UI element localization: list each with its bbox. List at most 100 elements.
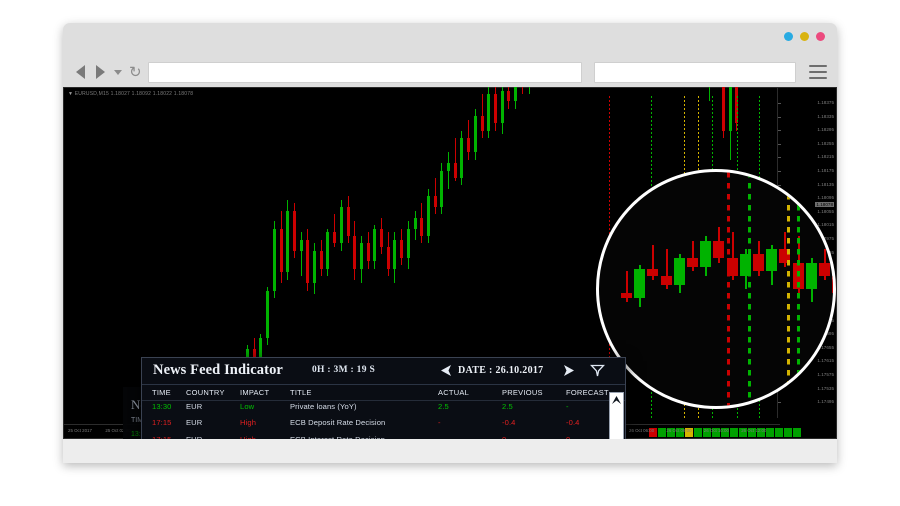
candle-body <box>494 94 497 124</box>
window-dot-yellow[interactable] <box>800 32 809 41</box>
time-tick-label: 26 Oct 10:00 <box>703 428 729 433</box>
cell-country: EUR <box>186 418 203 428</box>
news-feed-panel: News Feed Indicator 0H : 3M : 19 S DATE … <box>141 357 626 439</box>
next-arrow-icon[interactable] <box>562 364 577 377</box>
candle-body <box>426 196 430 236</box>
column-header[interactable]: TITLE <box>290 388 312 397</box>
magnified-candlestick <box>805 172 817 406</box>
magnified-candlestick <box>713 172 725 406</box>
cell-time: 17:15 <box>152 418 172 428</box>
window-dot-pink[interactable] <box>816 32 825 41</box>
prev-arrow-icon[interactable] <box>438 364 453 377</box>
browser-bottom-bar <box>63 439 837 463</box>
cell-actual: - <box>438 418 441 428</box>
candle-wick <box>709 87 711 102</box>
candle-body <box>621 293 632 298</box>
news-panel-header: News Feed Indicator 0H : 3M : 19 S DATE … <box>142 358 625 385</box>
candle-body <box>766 249 778 272</box>
news-scrollbar[interactable] <box>609 392 624 439</box>
forward-arrow-icon[interactable] <box>93 65 107 80</box>
browser-titlebar <box>63 23 837 57</box>
candle-body <box>366 243 370 262</box>
column-header[interactable]: ACTUAL <box>438 388 469 397</box>
candle-body <box>292 210 296 251</box>
cell-impact: Low <box>240 402 255 411</box>
candle-body <box>500 90 504 124</box>
screenshot-root: ↻ ▼ EURUSD,M15 1.18027 1.18092 1.18022 1… <box>0 0 900 506</box>
column-header[interactable]: FORECAST <box>566 388 609 397</box>
cell-forecast: -0.4 <box>566 418 580 428</box>
cell-country: EUR <box>186 402 203 411</box>
candle-body <box>647 269 659 276</box>
candle-body <box>467 137 471 153</box>
magnified-candlestick <box>766 172 778 406</box>
impact-block <box>658 428 666 437</box>
candle-body <box>460 137 464 178</box>
table-row[interactable]: 17:15 EUR High ECB Deposit Rate Decision - -0… <box>142 415 600 431</box>
time-tick-label: 25 Oct 2017 <box>68 428 92 433</box>
magnified-candlestick <box>647 172 659 406</box>
cell-title: ECB Deposit Rate Decision <box>290 418 386 428</box>
magnifier-content <box>599 172 833 406</box>
candle-body <box>805 262 817 289</box>
window-dot-blue[interactable] <box>784 32 793 41</box>
candle-body <box>272 228 276 291</box>
candle-body <box>413 217 417 229</box>
candle-body <box>433 196 437 207</box>
magnified-event-line <box>727 172 730 406</box>
search-input[interactable] <box>594 61 796 83</box>
candle-body <box>447 163 451 171</box>
impact-block <box>784 428 792 437</box>
hamburger-menu-icon[interactable] <box>809 65 827 79</box>
column-header[interactable]: TIME <box>152 388 171 397</box>
candle-body <box>386 246 390 269</box>
candle-wick <box>448 152 450 189</box>
candle-body <box>359 243 363 269</box>
candle-body <box>313 250 317 284</box>
chevron-down-icon[interactable] <box>113 65 122 80</box>
candle-wick <box>521 87 523 95</box>
magnified-event-line <box>797 172 800 406</box>
address-input[interactable] <box>147 61 582 83</box>
browser-toolbar: ↻ <box>63 57 837 87</box>
price-tick <box>778 103 781 104</box>
time-tick-label: 26 Oct 12:00 <box>741 428 767 433</box>
cell-previous: 2.5 <box>502 402 513 411</box>
table-row[interactable]: 13:30 EUR Low Private loans (YoY) 2.5 2.5 - <box>142 399 600 415</box>
back-arrow-icon[interactable] <box>73 65 87 80</box>
candle-body <box>634 269 646 298</box>
candle-body <box>487 94 491 131</box>
column-header[interactable]: PREVIOUS <box>502 388 543 397</box>
candle-body <box>420 217 424 236</box>
time-tick-label: 26 Oct 06:00 <box>629 428 655 433</box>
price-tick-label: 1.18255 <box>817 140 834 146</box>
scroll-up-icon[interactable] <box>611 395 622 406</box>
price-tick <box>778 157 781 159</box>
candle-body <box>721 87 725 131</box>
column-header[interactable]: IMPACT <box>240 388 269 397</box>
cell-actual: 2.5 <box>438 402 449 411</box>
magnified-event-line <box>748 172 751 406</box>
magnified-candlestick <box>673 172 685 406</box>
table-row[interactable]: 17:15EURHighECB Interest Rate Decision-0… <box>142 432 600 439</box>
magnified-candlestick <box>687 172 698 406</box>
candle-body <box>319 250 323 269</box>
candle-body <box>514 87 518 102</box>
candle-body <box>713 240 725 259</box>
window-dots <box>784 32 825 41</box>
impact-block <box>730 428 738 437</box>
magnified-candlestick <box>660 172 672 406</box>
column-header[interactable]: COUNTRY <box>186 388 225 397</box>
magnifier-lens <box>596 169 836 409</box>
impact-block <box>766 428 774 437</box>
candle-wick <box>528 87 530 95</box>
cell-impact: High <box>240 418 257 428</box>
time-tick-label: 26 Oct 08:00 <box>666 428 692 433</box>
cell-previous: -0.4 <box>502 418 516 428</box>
price-tick-label: 1.18295 <box>817 127 834 133</box>
trading-terminal-viewport: ▼ EURUSD,M15 1.18027 1.18092 1.18022 1.1… <box>63 87 837 439</box>
funnel-filter-icon[interactable] <box>590 364 605 377</box>
impact-block <box>694 428 702 437</box>
reload-icon[interactable]: ↻ <box>129 65 142 80</box>
magnified-candlestick <box>753 172 764 406</box>
